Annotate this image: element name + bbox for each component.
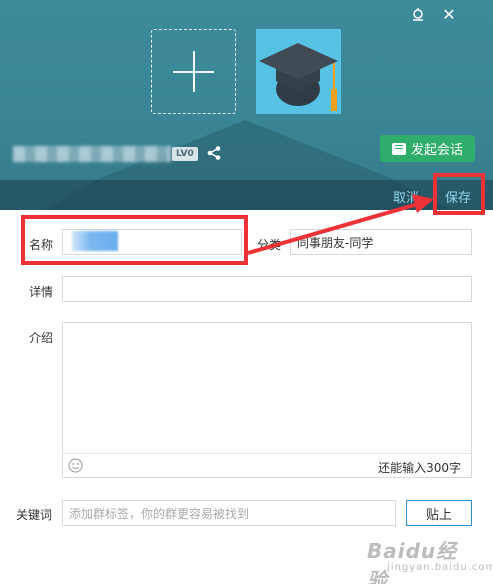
group-avatar[interactable] [256, 29, 341, 114]
watermark: Baidu经验 jingyan.baidu.com [367, 535, 493, 584]
smiley-icon[interactable] [68, 458, 83, 473]
paste-button[interactable]: 贴上 [406, 500, 472, 526]
detail-label: 详情 [29, 285, 54, 299]
detail-input[interactable] [62, 276, 472, 302]
share-icon[interactable] [206, 145, 222, 161]
intro-footer: 还能输入300字 [63, 453, 471, 477]
intro-char-count: 还能输入300字 [378, 461, 461, 475]
start-chat-label: 发起会话 [410, 143, 463, 158]
pin-icon[interactable] [408, 6, 428, 24]
keyword-label: 关键词 [16, 508, 53, 522]
start-chat-button[interactable]: 发起会话 [380, 135, 475, 162]
watermark-text: Baidu经验 [367, 539, 458, 584]
intro-label: 介绍 [29, 331, 54, 345]
cancel-button[interactable]: 取消 [393, 187, 419, 206]
group-name-blurred [13, 146, 171, 162]
keyword-input[interactable]: 添加群标签，你的群更容易被找到 [62, 500, 396, 526]
close-icon[interactable]: ✕ [439, 6, 459, 24]
highlight-box-name [21, 215, 248, 265]
intro-textarea[interactable]: 还能输入300字 [62, 322, 472, 478]
category-label: 分类 [257, 238, 282, 252]
plus-icon-vertical [193, 51, 195, 92]
highlight-box-save [433, 173, 485, 215]
chat-bubble-icon [391, 142, 406, 155]
add-avatar-button[interactable] [151, 29, 236, 114]
level-badge: LV0 [172, 147, 198, 161]
profile-header: ✕ 发起会话 LV0 取消 保存 [0, 0, 493, 210]
watermark-url: jingyan.baidu.com [387, 562, 493, 573]
graduation-cap-icon [259, 43, 338, 111]
category-select[interactable]: 同事朋友-同学 [290, 229, 472, 255]
header-action-bar [0, 180, 493, 210]
